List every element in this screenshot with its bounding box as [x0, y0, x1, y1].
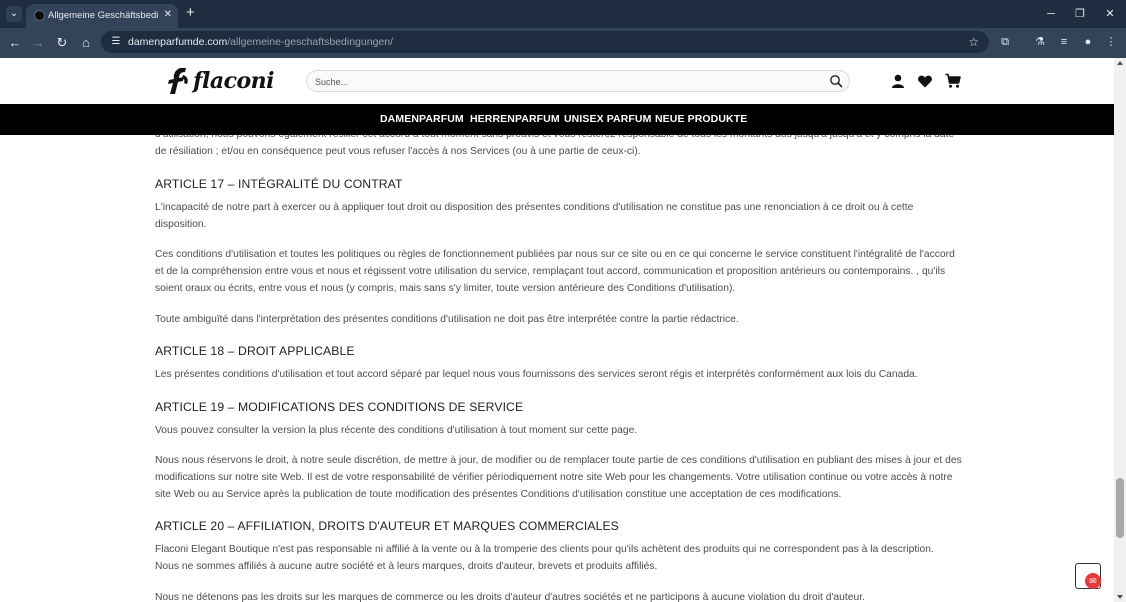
- home-icon[interactable]: ⌂: [78, 35, 94, 51]
- paragraph-19-2: Nous nous réservons le droit, à notre se…: [155, 455, 962, 500]
- close-icon[interactable]: ✕: [164, 8, 172, 22]
- site-logo[interactable]: flaconi: [166, 66, 275, 96]
- search-box: [306, 70, 850, 92]
- paragraph-19-1: Vous pouvez consulter la version la plus…: [155, 425, 638, 436]
- profile-icon[interactable]: ●: [1080, 34, 1096, 50]
- paragraph-termination: d'utilisation, nous pouvons également ré…: [155, 135, 954, 157]
- paragraph-18-1: Les présentes conditions d'utilisation e…: [155, 369, 918, 380]
- forward-icon[interactable]: →: [30, 35, 46, 51]
- url-host: damenparfumde.com: [128, 36, 228, 48]
- terms-content: d'utilisation, nous pouvons également ré…: [155, 135, 965, 602]
- browser-tab[interactable]: Allgemeine Geschäftsbedingungen ✕: [26, 4, 178, 28]
- scroll-down-arrow-icon[interactable]: [1117, 595, 1123, 599]
- reload-icon[interactable]: ↻: [54, 35, 70, 51]
- media-icon[interactable]: ≡: [1056, 34, 1072, 50]
- chat-widget-icon[interactable]: ✉: [1085, 573, 1101, 589]
- plus-icon[interactable]: +: [186, 5, 195, 21]
- flaconi-logo-icon: [168, 68, 188, 94]
- search-input[interactable]: [315, 75, 815, 89]
- menu-icon[interactable]: ⋮: [1103, 34, 1119, 50]
- heading-article-20: ARTICLE 20 – AFFILIATION, DROITS D'AUTEU…: [155, 519, 619, 533]
- bookmark-star-icon[interactable]: ☆: [968, 34, 979, 50]
- paragraph-17-2: Ces conditions d'utilisation et toutes l…: [155, 249, 955, 294]
- paragraph-17-1: L'incapacité de notre part à exercer ou …: [155, 202, 914, 230]
- window-close-icon[interactable]: ✕: [1102, 6, 1118, 22]
- nav-item-damenparfum[interactable]: DAMENPARFUM: [380, 113, 464, 126]
- logo-text: flaconi: [193, 68, 275, 94]
- tab-search-icon[interactable]: ⌄: [6, 6, 22, 22]
- url-text: damenparfumde.com/allgemeine-geschaftsbe…: [128, 35, 393, 49]
- address-bar[interactable]: ☰ damenparfumde.com/allgemeine-geschafts…: [101, 31, 989, 53]
- heart-icon[interactable]: [917, 73, 933, 89]
- paragraph-20-1a: Flaconi Elegant Boutique n'est pas respo…: [155, 544, 934, 555]
- main-navigation: DAMENPARFUM HERRENPARFUM UNISEX PARFUM N…: [0, 104, 1114, 135]
- extensions-icon[interactable]: ⧉: [997, 34, 1013, 50]
- url-path: /allgemeine-geschaftsbedingungen/: [227, 36, 394, 48]
- scroll-thumb[interactable]: [1116, 478, 1124, 538]
- labs-icon[interactable]: ⚗: [1032, 34, 1048, 50]
- scroll-up-arrow-icon[interactable]: [1117, 61, 1123, 65]
- heading-article-17: ARTICLE 17 – INTÉGRALITÉ DU CONTRAT: [155, 177, 403, 191]
- heading-article-18: ARTICLE 18 – DROIT APPLICABLE: [155, 344, 355, 358]
- nav-item-unisex-parfum[interactable]: UNISEX PARFUM: [564, 113, 651, 126]
- back-icon[interactable]: ←: [7, 35, 23, 51]
- paragraph-20-2: Nous ne détenons pas les droits sur les …: [155, 592, 865, 602]
- page-scrollbar[interactable]: [1114, 58, 1126, 602]
- minimize-icon[interactable]: ─: [1043, 6, 1059, 22]
- heading-article-19: ARTICLE 19 – MODIFICATIONS DES CONDITION…: [155, 400, 524, 414]
- paragraph-17-3: Toute ambiguïté dans l'interprétation de…: [155, 314, 739, 325]
- search-icon[interactable]: [829, 74, 843, 88]
- favicon-icon: [34, 10, 45, 21]
- paragraph-20-1b: Nous ne sommes affiliés à aucune autre s…: [155, 561, 658, 572]
- site-header: flaconi: [0, 58, 1114, 104]
- site-info-icon[interactable]: ☰: [109, 35, 123, 49]
- tab-title: Allgemeine Geschäftsbedingungen: [48, 10, 158, 21]
- cart-icon[interactable]: [945, 73, 961, 89]
- nav-item-herrenparfum[interactable]: HERRENPARFUM: [470, 113, 560, 126]
- restore-icon[interactable]: ❐: [1072, 6, 1088, 22]
- user-icon[interactable]: [890, 73, 906, 89]
- nav-item-neue-produkte[interactable]: NEUE PRODUKTE: [655, 113, 747, 126]
- browser-tab-strip: ⌄ Allgemeine Geschäftsbedingungen ✕ + ─ …: [0, 0, 1126, 28]
